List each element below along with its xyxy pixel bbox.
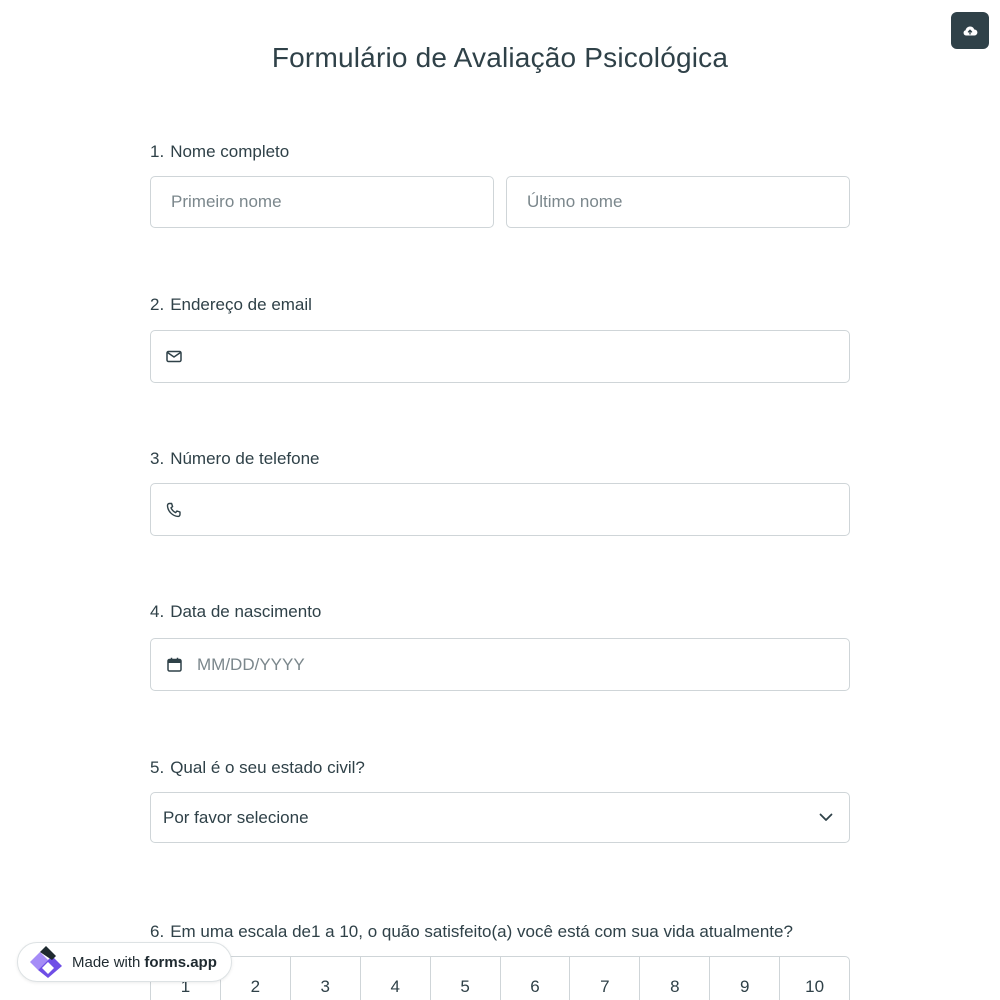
chevron-down-icon — [817, 809, 835, 827]
phone-icon — [165, 501, 183, 519]
question-text: Número de telefone — [170, 449, 320, 468]
scale-option-8[interactable]: 8 — [640, 957, 711, 1000]
birthdate-input[interactable] — [197, 639, 849, 690]
question-2-label: 2. Endereço de email — [150, 295, 312, 315]
question-3-label: 3. Número de telefone — [150, 449, 320, 469]
form-title: Formulário de Avaliação Psicológica — [271, 42, 729, 73]
cloud-upload-icon — [963, 25, 978, 35]
scale-option-7[interactable]: 7 — [570, 957, 641, 1000]
question-1-label: 1. Nome completo — [150, 142, 289, 162]
question-4-label: 4. Data de nascimento — [150, 602, 321, 622]
question-text: Qual é o seu estado civil? — [170, 758, 365, 777]
question-text: Em uma escala de1 a 10, o quão satisfeit… — [170, 922, 793, 941]
select-value: Por favor selecione — [163, 807, 309, 827]
form-page: Formulário de Avaliação Psicológica 1. No… — [0, 0, 1000, 1000]
question-number: 2. — [150, 295, 165, 314]
birthdate-field[interactable] — [150, 638, 850, 691]
question-5-label: 5. Qual é o seu estado civil? — [150, 758, 365, 778]
phone-input[interactable] — [197, 484, 849, 535]
first-name-input[interactable] — [171, 177, 493, 227]
email-field[interactable] — [150, 330, 850, 383]
last-name-field[interactable] — [506, 176, 850, 228]
question-text: Nome completo — [170, 142, 290, 161]
question-number: 3. — [150, 449, 165, 468]
marital-status-select[interactable]: Por favor selecione — [150, 792, 850, 843]
calendar-icon — [165, 656, 183, 674]
question-text: Data de nascimento — [170, 602, 322, 621]
scale-option-6[interactable]: 6 — [501, 957, 571, 1000]
first-name-field[interactable] — [150, 176, 494, 228]
question-number: 6. — [150, 922, 165, 941]
badge-prefix: Made with — [72, 953, 141, 971]
question-text: Endereço de email — [170, 295, 312, 314]
scale-option-10[interactable]: 10 — [780, 957, 849, 1000]
satisfaction-scale: 1 2 3 4 5 6 7 8 9 10 — [150, 956, 850, 1000]
envelope-icon — [165, 348, 183, 366]
scale-option-3[interactable]: 3 — [291, 957, 361, 1000]
scale-option-5[interactable]: 5 — [431, 957, 501, 1000]
question-number: 5. — [150, 758, 165, 777]
scale-option-4[interactable]: 4 — [361, 957, 431, 1000]
phone-field[interactable] — [150, 483, 850, 536]
badge-brand: forms.app — [144, 953, 217, 971]
forms-app-logo-icon — [30, 946, 62, 978]
last-name-input[interactable] — [527, 177, 849, 227]
question-6-label: 6. Em uma escala de1 a 10, o quão satisfe… — [150, 922, 793, 942]
scale-option-9[interactable]: 9 — [710, 957, 781, 1000]
made-with-badge[interactable]: Made with forms.app — [17, 942, 232, 982]
question-number: 4. — [150, 602, 165, 621]
question-number: 1. — [150, 142, 165, 161]
email-input[interactable] — [197, 331, 849, 382]
